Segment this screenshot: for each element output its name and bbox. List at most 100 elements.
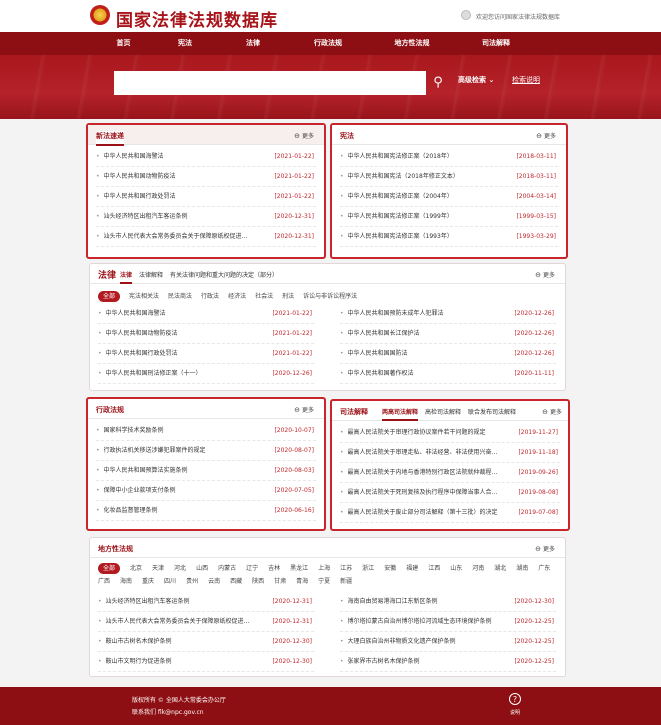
nav-local-regulations[interactable]: 地方性法规 [369,32,455,55]
region-filter[interactable]: 西藏 [230,576,242,587]
admin-regulations-title[interactable]: 行政法规 [96,405,124,415]
item-title[interactable]: 中华人民共和国宪法（2018年修正文本） [348,167,459,186]
region-filter[interactable]: 青海 [296,576,308,587]
list-item[interactable]: 中华人民共和国长江保护法 [2020-12-26] [340,324,556,344]
list-item[interactable]: 最高人民法院关于死刑复核及执行程序中保障当事人合… [2019-08-08] [340,483,560,503]
item-title[interactable]: 化妆品监督管理条例 [104,501,158,520]
region-filter[interactable]: 湖北 [494,563,506,574]
region-filter[interactable]: 江苏 [340,563,352,574]
region-filter[interactable]: 内蒙古 [218,563,236,574]
tab-procuratorate[interactable]: 高检司法解释 [425,407,461,421]
region-filter[interactable]: 甘肃 [274,576,286,587]
category-filter[interactable]: 民法商法 [168,291,192,302]
item-title[interactable]: 汕头市人民代表大会常务委员会关于保障原纸权促进… [106,612,250,631]
list-item[interactable]: 中华人民共和国国防法 [2020-12-26] [340,344,556,364]
item-title[interactable]: 中华人民共和国宪法修正案（1993年） [348,227,453,246]
list-item[interactable]: 最高人民法院关于审理行政协议案件若干问题的规定 [2019-11-27] [340,423,560,443]
nav-law[interactable]: 法律 [219,32,287,55]
list-item[interactable]: 汕头市人民代表大会常务委员会关于保障原纸权促进… [2020-12-31] [98,612,314,632]
list-item[interactable]: 中华人民共和国宪法修正案（1999年） [1999-03-15] [340,207,558,227]
list-item[interactable]: 中华人民共和国宪法修正案（2018年） [2018-03-11] [340,147,558,167]
list-item[interactable]: 保障中小企业款项支付条例 [2020-07-05] [96,481,316,501]
list-item[interactable]: 中华人民共和国著作权法 [2020-11-11] [340,364,556,384]
list-item[interactable]: 最高人民法院关于内地与香港特别行政区法院就仲裁程… [2019-09-26] [340,463,560,483]
tab-joint[interactable]: 联合发布司法解释 [468,407,516,421]
more-link[interactable]: 更多 [535,544,555,553]
contact-text[interactable]: 联系我们 flk@npc.gov.cn [132,707,204,716]
item-title[interactable]: 中华人民共和国著作权法 [348,364,414,383]
item-title[interactable]: 中华人民共和国国防法 [348,344,408,363]
list-item[interactable]: 最高人民法院关于审理走私、非法经营、非法使用兴奋… [2019-11-18] [340,443,560,463]
list-item[interactable]: 鞍山市文明行为促进条例 [2020-12-30] [98,652,314,672]
item-title[interactable]: 中华人民共和国行政处罚法 [106,344,178,363]
nav-admin-regulations[interactable]: 行政法规 [287,32,369,55]
region-filter[interactable]: 吉林 [268,563,280,574]
tab-decisions[interactable]: 有关法律问题和重大问题的决定（部分） [170,270,278,284]
item-title[interactable]: 最高人民法院关于内地与香港特别行政区法院就仲裁程… [348,463,498,482]
region-filter[interactable]: 新疆 [340,576,352,587]
item-title[interactable]: 鞍山市古树名木保护条例 [106,632,172,651]
region-filter[interactable]: 河南 [472,563,484,574]
item-title[interactable]: 最高人民法院关于审理行政协议案件若干问题的规定 [348,423,486,442]
region-filter[interactable]: 宁夏 [318,576,330,587]
local-regulations-title[interactable]: 地方性法规 [98,544,133,554]
list-item[interactable]: 大理白族自治州非物质文化遗产保护条例 [2020-12-25] [340,632,556,652]
site-title[interactable]: 国家法律法规数据库 [116,6,278,31]
region-filter[interactable]: 天津 [152,563,164,574]
region-filter[interactable]: 安徽 [384,563,396,574]
item-title[interactable]: 最高人民法院关于死刑复核及执行程序中保障当事人合… [348,483,498,502]
list-item[interactable]: 中华人民共和国宪法修正案（1993年） [1993-03-29] [340,227,558,247]
tab-law-interpretation[interactable]: 法律解释 [139,270,163,284]
region-filter[interactable]: 湖南 [516,563,528,574]
list-item[interactable]: 中华人民共和国海警法 [2021-01-22] [96,147,316,167]
region-filter[interactable]: 辽宁 [246,563,258,574]
more-link[interactable]: 更多 [542,407,562,416]
item-title[interactable]: 汕头经济特区出租汽车客运条例 [104,207,188,226]
item-title[interactable]: 行政执法机关移送涉嫌犯罪案件的规定 [104,441,206,460]
region-filter[interactable]: 贵州 [186,576,198,587]
item-title[interactable]: 海南自由贸易港海口江东新区条例 [348,592,438,611]
list-item[interactable]: 汕头经济特区出租汽车客运条例 [2020-12-31] [98,592,314,612]
latest-laws-title[interactable]: 新法速递 [96,131,124,146]
question-icon[interactable]: ? [509,693,521,705]
category-filter[interactable]: 刑法 [282,291,294,302]
list-item[interactable]: 最高人民法院关于废止部分司法解释（第十三批）的决定 [2019-07-08] [340,503,560,523]
region-filter[interactable]: 重庆 [142,576,154,587]
item-title[interactable]: 大理白族自治州非物质文化遗产保护条例 [348,632,456,651]
search-help-link[interactable]: 检索说明 [512,75,540,85]
list-item[interactable]: 鞍山市古树名木保护条例 [2020-12-30] [98,632,314,652]
item-title[interactable]: 中华人民共和国宪法修正案（1999年） [348,207,453,226]
search-icon[interactable]: ⚲ [426,71,450,95]
list-item[interactable]: 海南自由贸易港海口江东新区条例 [2020-12-30] [340,592,556,612]
advanced-search-dropdown[interactable]: 高级检索 ⌄ [458,75,494,85]
list-item[interactable]: 博尔塔拉蒙古自治州博尔塔拉河流域生态环境保护条例 [2020-12-25] [340,612,556,632]
item-title[interactable]: 最高人民法院关于审理走私、非法经营、非法使用兴奋… [348,443,498,462]
list-item[interactable]: 国家科学技术奖励条例 [2020-10-07] [96,421,316,441]
list-item[interactable]: 中华人民共和国刑法修正案（十一） [2020-12-26] [98,364,314,384]
region-filter[interactable]: 上海 [318,563,330,574]
tab-law[interactable]: 法律 [120,270,133,284]
category-filter[interactable]: 社会法 [255,291,273,302]
item-title[interactable]: 博尔塔拉蒙古自治州博尔塔拉河流域生态环境保护条例 [348,612,492,631]
nav-home[interactable]: 首页 [96,32,151,55]
item-title[interactable]: 中华人民共和国宪法修正案（2004年） [348,187,453,206]
region-filter[interactable]: 浙江 [362,563,374,574]
list-item[interactable]: 中华人民共和国宪法修正案（2004年） [2004-03-14] [340,187,558,207]
item-title[interactable]: 鞍山市文明行为促进条例 [106,652,172,671]
item-title[interactable]: 中华人民共和国长江保护法 [348,324,420,343]
more-link[interactable]: 更多 [294,131,314,140]
item-title[interactable]: 中华人民共和国宪法修正案（2018年） [348,147,453,166]
list-item[interactable]: 中华人民共和国预算法实施条例 [2020-08-03] [96,461,316,481]
more-link[interactable]: 更多 [294,405,314,414]
region-filter[interactable]: 海南 [120,576,132,587]
category-filter[interactable]: 全部 [98,291,121,302]
region-filter[interactable]: 四川 [164,576,176,587]
item-title[interactable]: 中华人民共和国预算法实施条例 [104,461,188,480]
region-filter[interactable]: 全部 [98,563,121,574]
constitution-title[interactable]: 宪法 [340,131,354,141]
category-filter[interactable]: 经济法 [228,291,246,302]
region-filter[interactable]: 广西 [98,576,110,587]
list-item[interactable]: 中华人民共和国行政处罚法 [2021-01-22] [96,187,316,207]
region-filter[interactable]: 北京 [130,563,142,574]
item-title[interactable]: 汕头经济特区出租汽车客运条例 [106,592,190,611]
